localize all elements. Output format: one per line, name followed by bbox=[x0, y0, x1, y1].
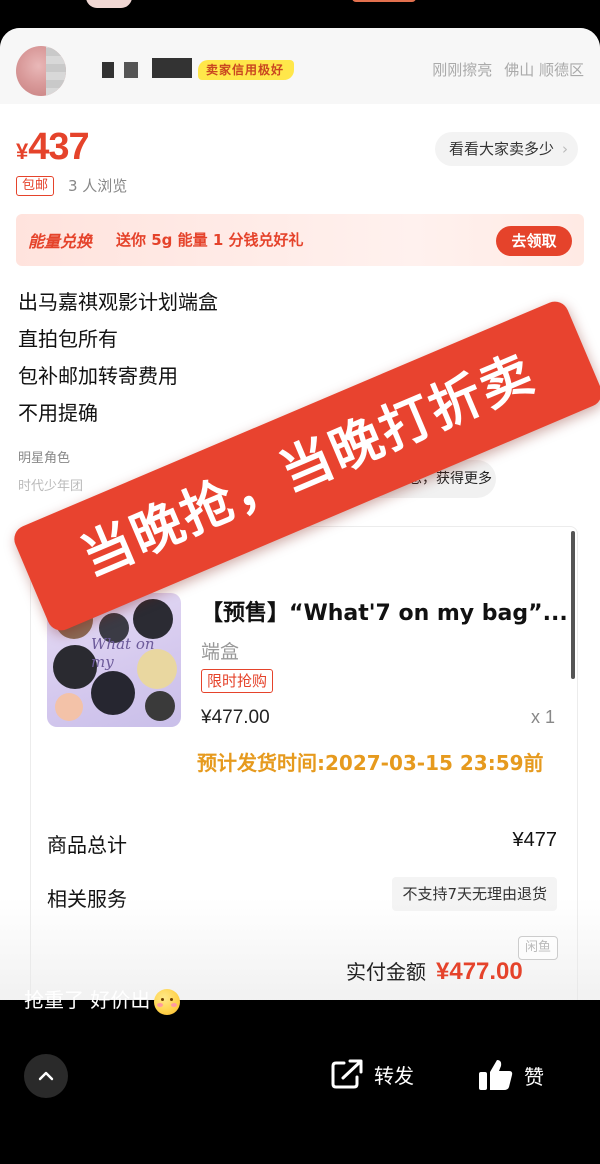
star-role-section: 明星角色 时代少年团 bbox=[18, 450, 83, 496]
panda-prop bbox=[145, 691, 175, 721]
top-bar bbox=[0, 0, 600, 28]
amount-paid-label: 实付金额 bbox=[346, 960, 426, 984]
energy-banner-title: 能量兑换 bbox=[28, 232, 93, 251]
share-icon bbox=[331, 1059, 363, 1089]
quantity: x 1 bbox=[530, 707, 555, 727]
scroll-up-button[interactable] bbox=[24, 1054, 68, 1098]
description-line: 出马嘉祺观影计划端盒 bbox=[18, 290, 218, 314]
product-image[interactable]: What on my bbox=[47, 593, 181, 727]
donut-prop bbox=[55, 693, 83, 721]
name-censor bbox=[124, 62, 138, 78]
product-title[interactable]: 【预售】“What'7 on my bag”... bbox=[201, 595, 568, 627]
description-line: 不用提确 bbox=[18, 401, 98, 425]
refresh-status: 刚刚擦亮 bbox=[432, 61, 493, 79]
product-image-lettering: What on my bbox=[91, 635, 155, 671]
subtotal-row: 商品总计 ¥477 bbox=[47, 829, 557, 858]
chibi-figure bbox=[55, 601, 93, 639]
listing-description: 出马嘉祺观影计划端盒 直拍包所有 包补邮加转寄费用 不用提确 bbox=[18, 284, 218, 432]
product-variant: 端盒 bbox=[201, 641, 240, 663]
estimated-ship-time: 预计发货时间:2027-03-15 23:59前 bbox=[197, 751, 544, 775]
chibi-figure bbox=[133, 599, 173, 639]
bottom-action-bar: 转发 赞 bbox=[0, 1030, 600, 1164]
post-caption: 抢重了 好价出 bbox=[24, 986, 181, 1015]
star-role-value: 时代少年团 bbox=[18, 479, 84, 494]
scrollbar[interactable] bbox=[571, 531, 575, 679]
share-label: 转发 bbox=[374, 1063, 414, 1088]
subtotal-value: ¥477 bbox=[512, 829, 558, 851]
shop-icon bbox=[53, 547, 73, 567]
chevron-up-icon bbox=[38, 1071, 54, 1081]
chevron-right-icon: › bbox=[562, 140, 568, 158]
compare-prices-button[interactable]: 看看大家卖多少 › bbox=[434, 132, 578, 166]
amount-paid-value: ¥477.00 bbox=[436, 958, 523, 985]
star-role-label: 明星角色 bbox=[18, 451, 71, 466]
plan-header: 观影计划 bbox=[53, 541, 169, 573]
plan-name: 观影计划 bbox=[81, 547, 170, 572]
seller-credit-badge: 卖家信用极好 bbox=[198, 60, 295, 80]
xianyu-watermark: 闲鱼 bbox=[517, 936, 558, 960]
description-line: 包补邮加转寄费用 bbox=[18, 364, 178, 388]
price-area: ¥437 看看大家卖多少 › 包邮 3 人浏览 bbox=[0, 104, 600, 214]
name-censor bbox=[102, 62, 114, 78]
seller-row: 卖家信用极好 刚刚擦亮 佛山 顺德区 bbox=[0, 28, 600, 104]
claim-button[interactable]: 去领取 bbox=[496, 226, 572, 256]
post-image[interactable]: 卖家信用极好 刚刚擦亮 佛山 顺德区 ¥437 看看大家卖多少 › 包邮 3 人… bbox=[0, 28, 600, 1000]
energy-exchange-banner[interactable]: 能量兑换 送你 5g 能量 1 分钱兑好礼 去领取 bbox=[16, 214, 584, 266]
flash-sale-tag: 限时抢购 bbox=[201, 669, 274, 693]
free-shipping-badge: 包邮 bbox=[16, 176, 55, 196]
view-count: 3 人浏览 bbox=[68, 177, 128, 195]
description-line: 直拍包所有 bbox=[18, 327, 118, 351]
seller-avatar[interactable] bbox=[16, 46, 66, 96]
subtotal-label: 商品总计 bbox=[47, 833, 127, 857]
amount-paid-row: 实付金额 ¥477.00 bbox=[346, 956, 523, 986]
energy-banner-description: 送你 5g 能量 1 分钱兑好礼 bbox=[116, 231, 304, 249]
listing-price: ¥437 bbox=[16, 126, 90, 168]
seller-location: 佛山 顺德区 bbox=[504, 61, 584, 79]
cropped-avatar bbox=[86, 0, 132, 8]
like-label: 赞 bbox=[524, 1064, 544, 1089]
chibi-figure bbox=[91, 671, 135, 715]
thumbs-up-icon bbox=[479, 1060, 513, 1090]
mosaic-censor bbox=[46, 46, 66, 96]
category-hint-pill[interactable]: 分类类别、成色等信息，获得更多曝光 bbox=[186, 460, 496, 525]
share-button[interactable]: 转发 bbox=[330, 1058, 414, 1090]
cropped-accent bbox=[352, 0, 416, 2]
unit-price: ¥477.00 bbox=[201, 707, 270, 728]
shy-face-emoji-icon bbox=[154, 988, 181, 1015]
seller-meta: 刚刚擦亮 佛山 顺德区 bbox=[432, 60, 584, 80]
name-censor bbox=[152, 58, 192, 78]
like-button[interactable]: 赞 bbox=[478, 1058, 544, 1092]
